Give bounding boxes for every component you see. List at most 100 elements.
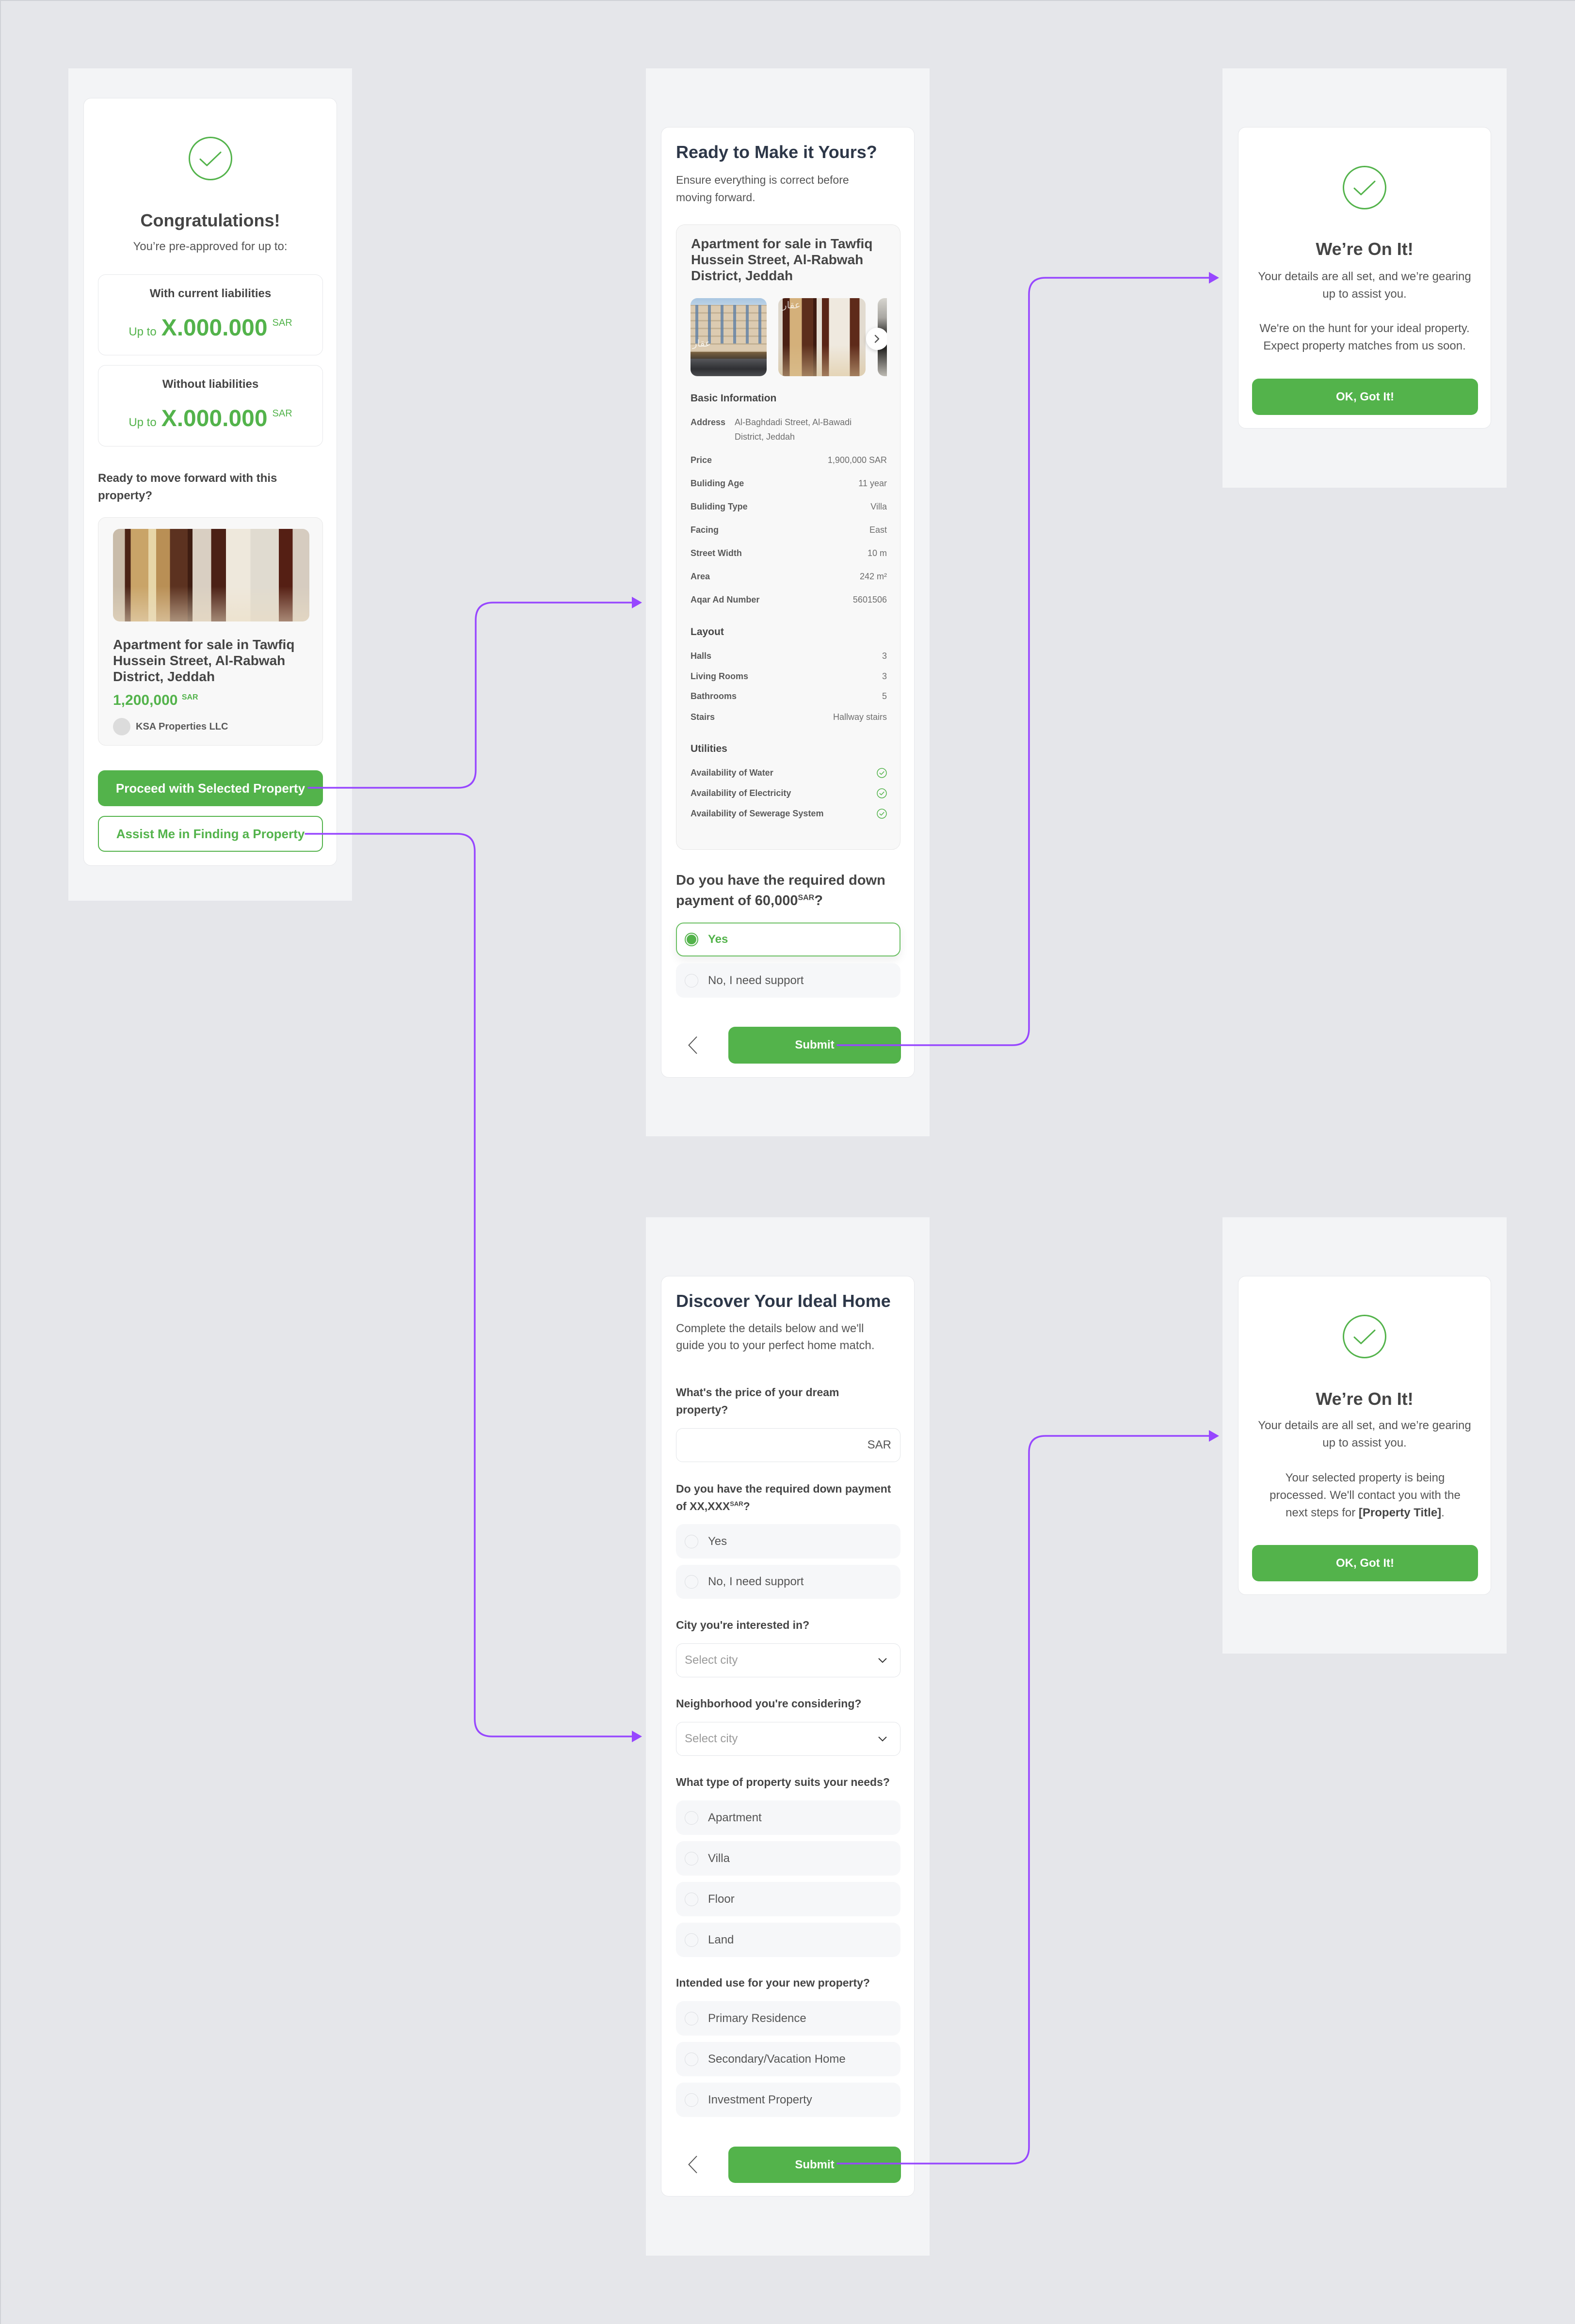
arrowhead-icon (632, 1731, 642, 1742)
option-secondary-vacation-home[interactable]: Secondary/Vacation Home (676, 2042, 900, 2076)
detail-label: Bathrooms (691, 691, 737, 701)
agent-name: KSA Properties LLC (136, 721, 228, 732)
detail-label: Address (691, 417, 726, 427)
option-no-need-support[interactable]: No, I need support (676, 963, 900, 998)
option-label: Secondary/Vacation Home (708, 2052, 846, 2066)
question-suffix: ? (743, 1500, 750, 1512)
option-yes[interactable]: Yes (676, 1524, 900, 1559)
detail-label: Living Rooms (691, 671, 749, 681)
detail-label: Buliding Age (691, 478, 744, 488)
utility-row-sewerage: Availability of Sewerage System (691, 806, 887, 821)
offer-with-liabilities: With current liabilities Up to X.000.000… (98, 274, 323, 355)
neighborhood-question: Neighborhood you're considering? (676, 1697, 862, 1710)
radio-button[interactable] (685, 973, 698, 987)
detail-value: 11 year (858, 478, 887, 488)
screen-selected-confirmation: We’re On It! Your details are all set, a… (1222, 1217, 1507, 1654)
check-circle-icon (877, 808, 887, 819)
option-yes[interactable]: Yes (676, 923, 900, 956)
radio-button[interactable] (685, 2011, 698, 2025)
property-prompt: Ready to move forward with this property… (98, 472, 277, 502)
down-payment-question: Do you have the required down payment of… (676, 1480, 894, 1515)
price-input[interactable]: SAR (676, 1428, 900, 1462)
select-placeholder: Select city (685, 1732, 738, 1745)
layout-row-stairs: Stairs Hallway stairs (691, 710, 887, 724)
radio-button[interactable] (685, 1534, 698, 1548)
layout-row-halls: Halls 3 (691, 649, 887, 663)
detail-value: 5601506 (852, 595, 887, 605)
gallery-next-button[interactable] (866, 328, 887, 350)
option-label: Yes (708, 933, 728, 946)
option-land[interactable]: Land (676, 1923, 900, 1957)
confirm-property-card: Ready to Make it Yours? Ensure everythin… (661, 127, 915, 1078)
confirmation-title: We’re On It! (1316, 1389, 1414, 1409)
building-exterior-photo[interactable]: عقار (691, 298, 767, 376)
question-suffix: ? (814, 893, 823, 908)
offer-prefix: Up to (129, 416, 157, 429)
confirmation-title: We’re On It! (1316, 239, 1414, 259)
radio-button[interactable] (685, 2093, 698, 2107)
screen-search-confirmation: We’re On It! Your details are all set, a… (1222, 68, 1507, 488)
property-type-question: What type of property suits your needs? (676, 1776, 890, 1788)
radio-button[interactable] (685, 1933, 698, 1947)
layout-row-living-rooms: Living Rooms 3 (691, 669, 887, 684)
property-card[interactable]: Apartment for sale in Tawfiq Hussein Str… (98, 517, 323, 746)
option-villa[interactable]: Villa (676, 1841, 900, 1876)
pre-approval-subtitle: You’re pre-approved for up to: (133, 240, 288, 253)
check-circle-icon (1343, 1315, 1386, 1358)
photo-gallery[interactable]: عقار عقار (691, 298, 887, 376)
offer-currency: SAR (272, 408, 292, 419)
option-investment-property[interactable]: Investment Property (676, 2083, 900, 2117)
detail-value: Al-Baghdadi Street, Al-Bawadi District, … (735, 417, 852, 442)
neighborhood-select[interactable]: Select city (676, 1722, 900, 1756)
detail-value: 1,900,000 SAR (827, 455, 887, 465)
ok-got-it-button[interactable]: OK, Got It! (1252, 1545, 1478, 1581)
apartment-hallway-photo[interactable]: عقار (778, 298, 866, 376)
page-title: Congratulations! (140, 210, 280, 230)
discover-home-card: Discover Your Ideal Home Complete the de… (661, 1276, 915, 2197)
price-value: 1,200,000 (113, 692, 178, 708)
option-label: Apartment (708, 1811, 762, 1824)
radio-button[interactable] (685, 2052, 698, 2066)
assist-me-finding-property-button[interactable]: Assist Me in Finding a Property (98, 816, 323, 852)
confirmation-card: We’re On It! Your details are all set, a… (1238, 1276, 1491, 1595)
check-circle-icon (877, 767, 887, 778)
option-label: No, I need support (708, 973, 804, 987)
option-label: Floor (708, 1892, 735, 1906)
flow-arrow-proceed-to-confirm (307, 602, 634, 789)
radio-button[interactable] (685, 933, 698, 946)
utility-label: Availability of Electricity (691, 788, 791, 798)
offer-label: With current liabilities (149, 287, 272, 300)
city-select[interactable]: Select city (676, 1643, 900, 1677)
offer-without-liabilities: Without liabilities Up to X.000.000 SAR (98, 365, 323, 446)
detail-row-building-age: Buliding Age 11 year (691, 476, 887, 491)
option-floor[interactable]: Floor (676, 1882, 900, 1916)
down-payment-question: Do you have the required down payment of… (676, 870, 900, 911)
radio-button[interactable] (685, 1892, 698, 1906)
detail-label: Stairs (691, 712, 715, 722)
chevron-left-icon[interactable] (688, 2155, 698, 2174)
radio-button[interactable] (685, 1575, 698, 1589)
check-circle-icon (189, 137, 232, 180)
option-no-need-support[interactable]: No, I need support (676, 1565, 900, 1599)
option-primary-residence[interactable]: Primary Residence (676, 2001, 900, 2036)
radio-button[interactable] (685, 1811, 698, 1825)
proceed-with-selected-property-button[interactable]: Proceed with Selected Property (98, 770, 323, 806)
arrowhead-icon (632, 597, 642, 608)
option-label: Primary Residence (708, 2011, 806, 2025)
section-heading-layout: Layout (691, 626, 724, 637)
processing-message: Your selected property is being processe… (1263, 1469, 1467, 1521)
confirmation-card: We’re On It! Your details are all set, a… (1238, 127, 1491, 429)
option-apartment[interactable]: Apartment (676, 1800, 900, 1835)
currency-suffix: SAR (867, 1438, 891, 1451)
detail-label: Area (691, 572, 710, 581)
chevron-left-icon[interactable] (688, 1036, 698, 1054)
apartment-interior-photo (113, 529, 309, 621)
utility-row-electricity: Availability of Electricity (691, 786, 887, 800)
detail-label: Halls (691, 651, 712, 661)
ok-got-it-button[interactable]: OK, Got It! (1252, 379, 1478, 415)
submit-button[interactable]: Submit (728, 2147, 901, 2183)
utility-label: Availability of Water (691, 768, 773, 778)
radio-button[interactable] (685, 1851, 698, 1865)
submit-button[interactable]: Submit (728, 1027, 901, 1064)
chevron-down-icon (878, 1658, 887, 1663)
